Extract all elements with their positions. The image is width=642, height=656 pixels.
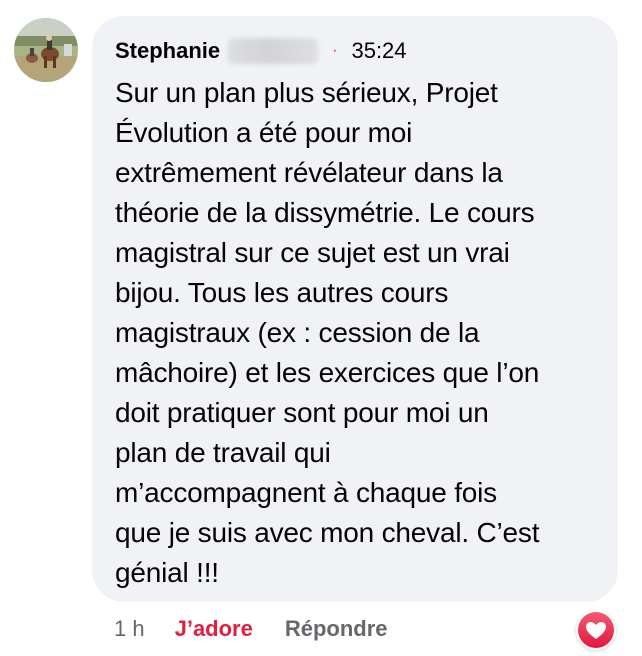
comment-header: Stephanie · 35:24 bbox=[115, 35, 598, 67]
separator-dot: · bbox=[332, 42, 338, 59]
comment-age[interactable]: 1 h bbox=[114, 616, 145, 642]
avatar-image bbox=[14, 18, 78, 82]
heart-icon bbox=[578, 612, 614, 648]
comment-text: Sur un plan plus sérieux, Projet Évoluti… bbox=[115, 77, 540, 588]
love-reaction-button[interactable]: J’adore bbox=[175, 616, 253, 642]
redacted-surname bbox=[228, 38, 319, 64]
reply-button[interactable]: Répondre bbox=[285, 616, 388, 642]
comment-actions: 1 h J’adore Répondre bbox=[114, 612, 388, 646]
reaction-badge[interactable] bbox=[576, 610, 616, 650]
author-name[interactable]: Stephanie bbox=[115, 38, 220, 64]
avatar[interactable] bbox=[14, 18, 78, 82]
comment-bubble: Stephanie · 35:24 Sur un plan plus série… bbox=[92, 16, 618, 602]
video-timestamp[interactable]: 35:24 bbox=[351, 38, 406, 64]
